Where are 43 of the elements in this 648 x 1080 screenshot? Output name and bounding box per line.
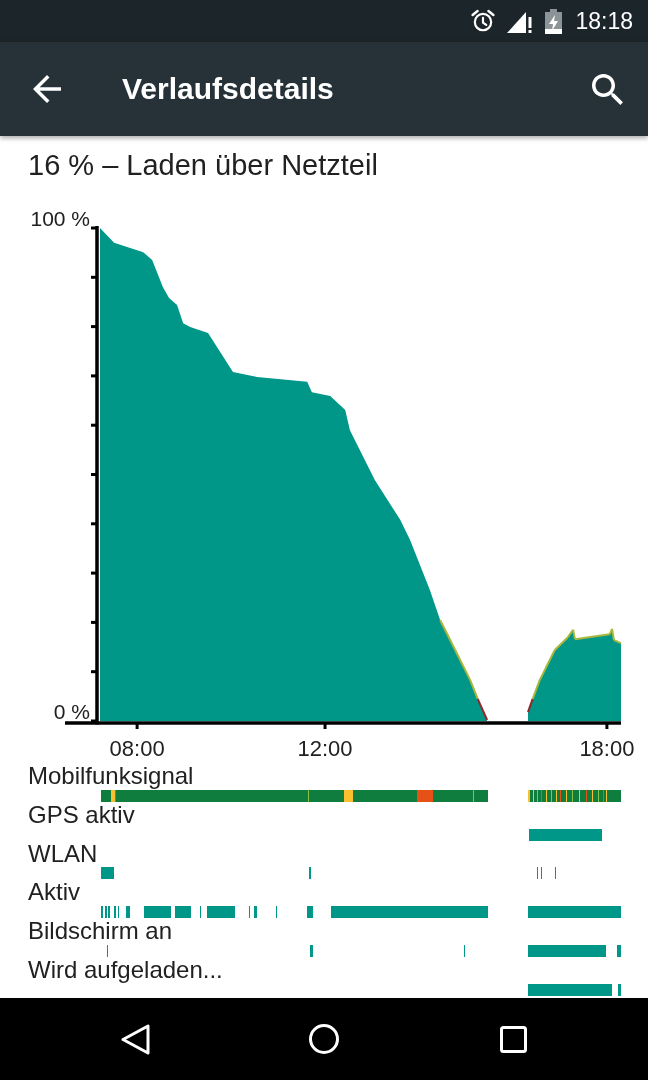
home-circle-icon: [309, 1024, 339, 1054]
timeline-segment: [618, 983, 621, 996]
alarm-clock-icon: [471, 9, 496, 33]
track-label: Aktiv: [27, 879, 81, 907]
timeline-segment: [175, 906, 191, 919]
timeline-segment: [307, 906, 313, 919]
x-tick-label: 18:00: [579, 736, 635, 761]
y-tick-label: 100 %: [30, 207, 90, 230]
timeline-segment: [107, 945, 108, 957]
timeline-segment: [144, 906, 171, 919]
track-label: Wird aufgeladen...: [27, 957, 224, 984]
battery-status-text: 16 % – Laden über Netzteil: [28, 149, 378, 181]
track-label: Mobilfunksignal: [27, 763, 195, 790]
screen-title: Verlaufsdetails: [122, 74, 334, 104]
timeline-segment: [555, 867, 556, 880]
track-label: GPS aktiv: [27, 801, 136, 829]
timeline-segment: [118, 906, 119, 919]
timeline-segment: [309, 867, 311, 880]
timeline-segment: [541, 867, 542, 880]
search-icon: [591, 73, 623, 105]
timeline-segment: [126, 906, 130, 919]
y-tick-label: 0 %: [53, 700, 90, 723]
back-arrow-icon: [33, 75, 61, 103]
track-label: Bildschirm an: [27, 918, 174, 945]
timeline-segment: [200, 906, 201, 919]
timeline-segment: [537, 867, 538, 880]
timeline-segment: [114, 906, 116, 919]
x-tick-label: 08:00: [109, 736, 165, 761]
timeline-segment: [101, 867, 114, 880]
track-label: WLAN: [27, 840, 99, 868]
back-triangle-icon: [120, 1023, 150, 1055]
timeline-segment: [617, 945, 621, 957]
timeline-segment: [464, 945, 465, 957]
timeline-segment: [310, 945, 313, 957]
status-time: 18:18: [575, 9, 633, 33]
recents-square-icon: [499, 1025, 527, 1053]
timeline-segment: [276, 906, 277, 919]
timeline-segment: [101, 906, 103, 919]
battery-charging-icon: [545, 8, 563, 34]
timeline-segment: [254, 906, 257, 919]
x-tick-label: 12:00: [297, 736, 353, 761]
timeline-segment: [249, 906, 250, 919]
timeline-segment: [207, 906, 235, 919]
